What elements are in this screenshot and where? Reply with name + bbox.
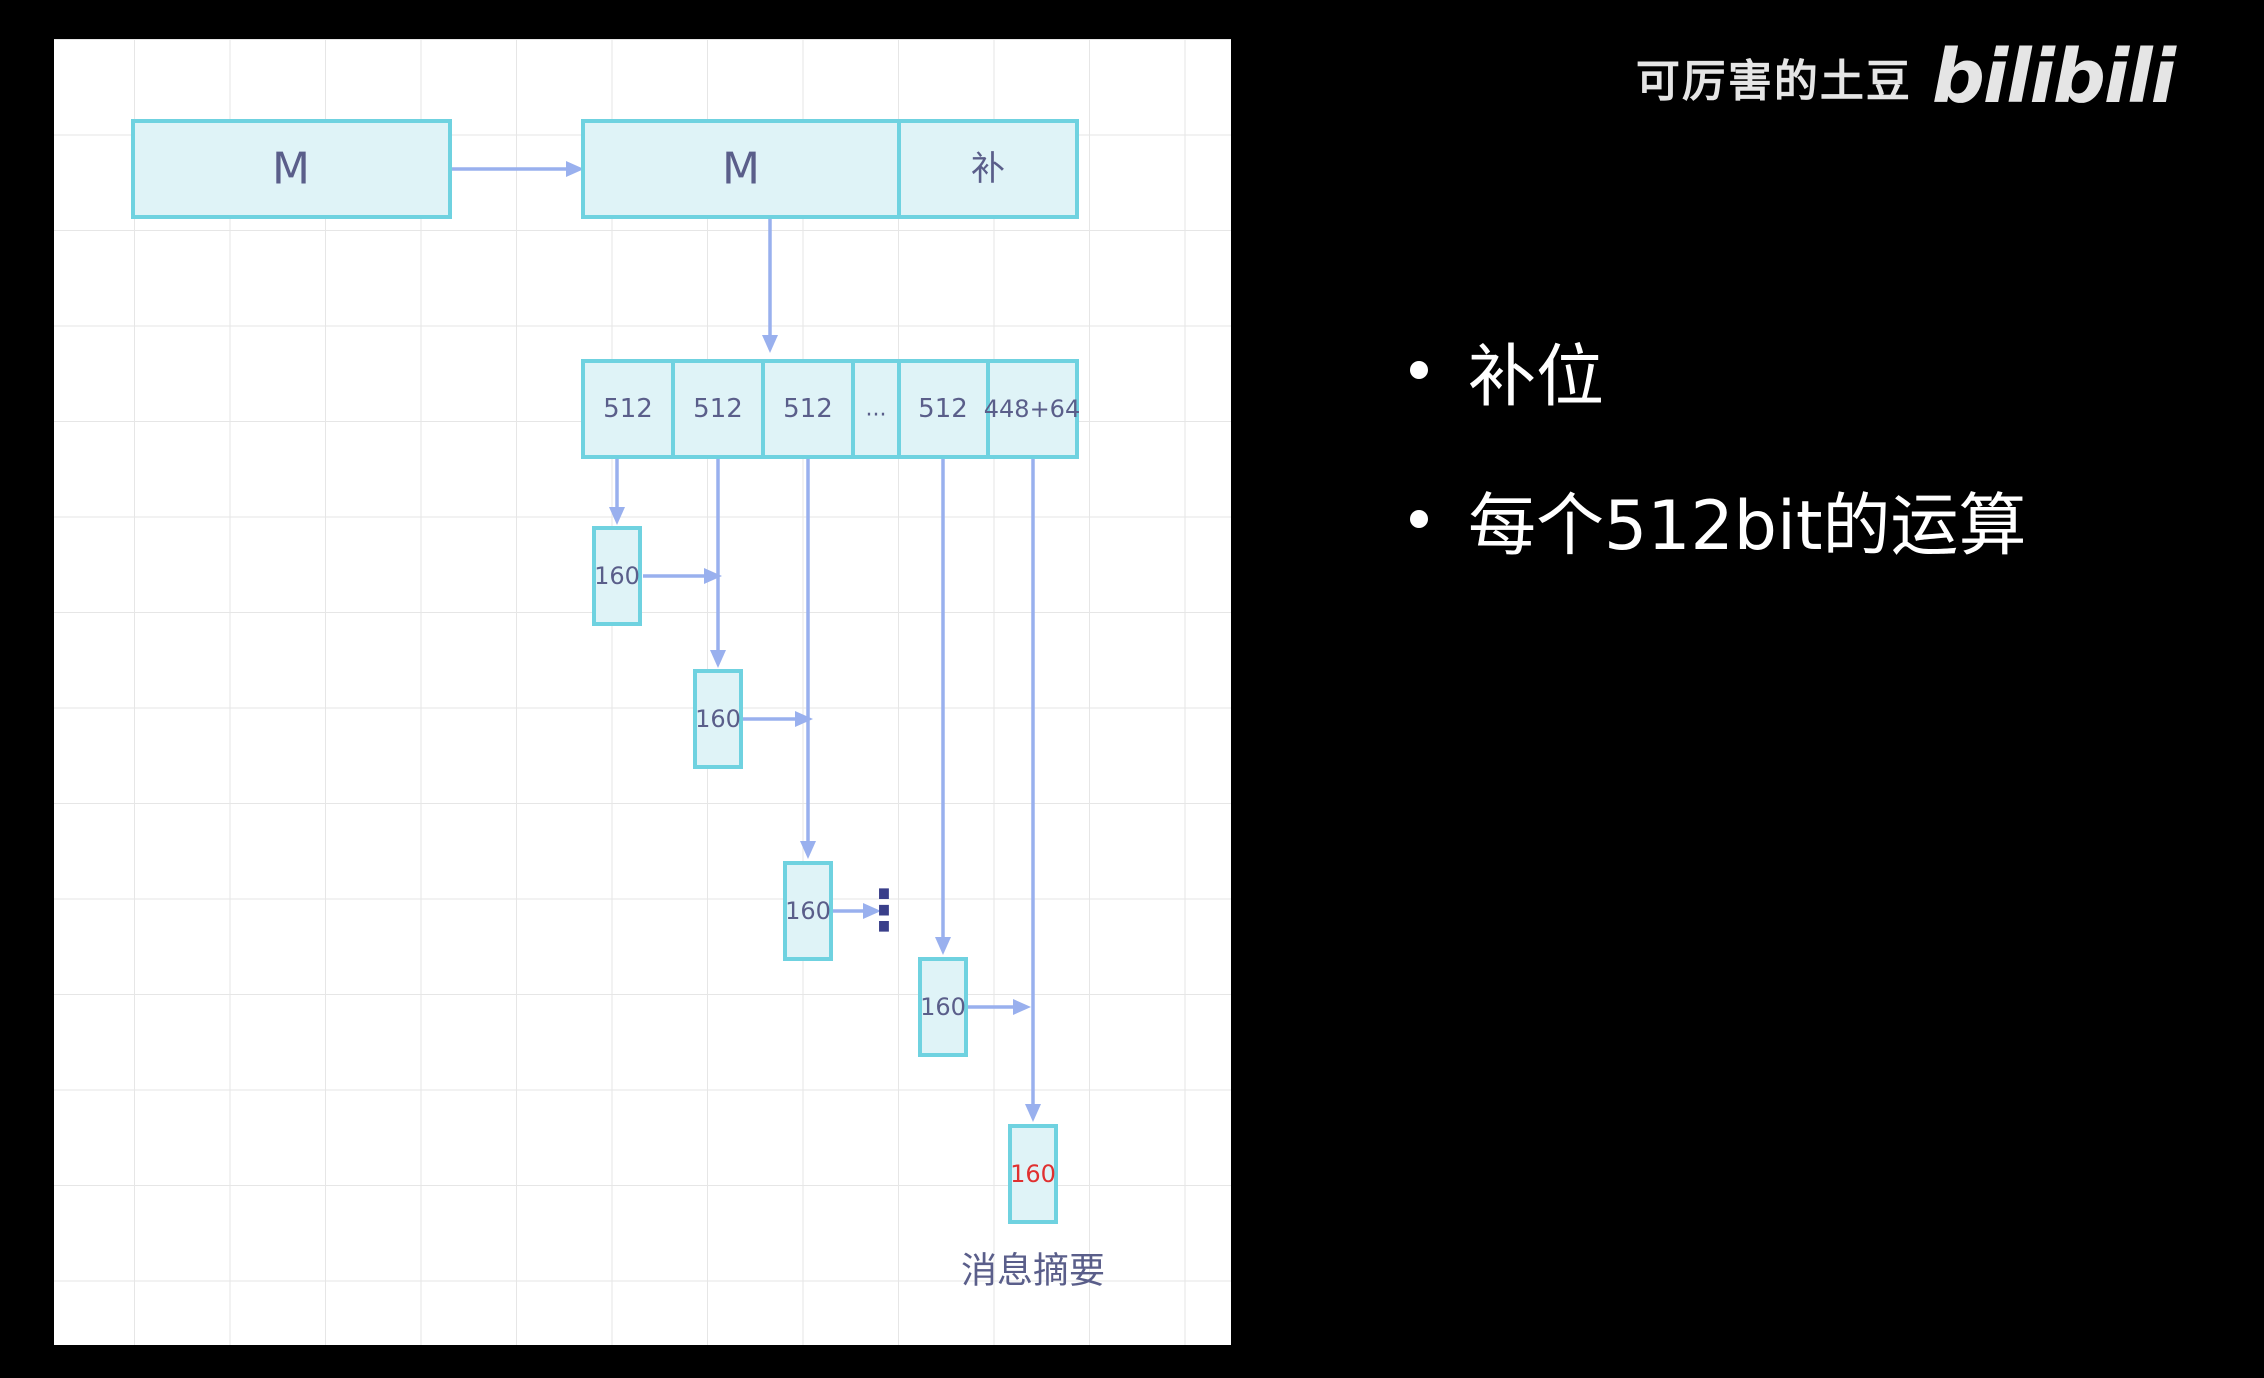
block-label: 512 — [693, 394, 743, 424]
message-label: M — [272, 144, 310, 195]
digest-caption: 消息摘要 — [961, 1251, 1105, 1292]
watermark: 可厉害的土豆 bilibili — [1635, 34, 2176, 120]
bullet-text: 补位 — [1468, 337, 1605, 417]
bullet-item: 补位 — [1410, 330, 2027, 417]
digest-box: 160 — [1008, 1124, 1058, 1224]
padded-message-label: M — [722, 144, 760, 195]
state-boxes: 160 160 160 160 — [592, 526, 968, 1057]
state-label: 160 — [920, 993, 966, 1021]
arrowhead — [710, 650, 726, 668]
state-label: 160 — [695, 705, 741, 733]
sha1-padding-diagram: M M 补 512 512 512 ... 512 448+64 160 160… — [131, 119, 1105, 1292]
block-label: 512 — [603, 394, 653, 424]
arrowhead — [795, 711, 813, 727]
bullet-text: 每个512bit的运算 — [1468, 486, 2027, 566]
bullet-item: 每个512bit的运算 — [1410, 479, 2027, 566]
state-label: 160 — [785, 897, 831, 925]
block-label: 512 — [783, 394, 833, 424]
state-label: 160 — [594, 562, 640, 590]
message-box: M — [131, 119, 452, 219]
last-block-label: 448+64 — [984, 395, 1080, 423]
padded-message-box: M 补 — [581, 119, 1079, 219]
diagram-canvas: M M 补 512 512 512 ... 512 448+64 160 160… — [54, 39, 1231, 1345]
block-label: 512 — [918, 394, 968, 424]
bullet-list: 补位 每个512bit的运算 — [1410, 330, 2027, 628]
blocks-row: 512 512 512 ... 512 448+64 — [581, 359, 1080, 459]
arrowhead — [1025, 1104, 1041, 1122]
bullet-dot-icon — [1410, 361, 1428, 379]
continuation-dots: ⋮ — [856, 879, 912, 944]
arrowhead — [762, 335, 778, 353]
bilibili-logo-icon: bilibili — [1931, 34, 2176, 120]
digest-value: 160 — [1010, 1160, 1056, 1188]
arrowhead — [1013, 999, 1031, 1015]
watermark-text: 可厉害的土豆 — [1635, 56, 1912, 107]
arrowhead — [935, 937, 951, 955]
block-ellipsis-label: ... — [866, 397, 887, 422]
arrowhead — [800, 841, 816, 859]
padding-label: 补 — [971, 149, 1005, 189]
bullet-dot-icon — [1410, 510, 1428, 528]
arrowhead — [609, 507, 625, 525]
